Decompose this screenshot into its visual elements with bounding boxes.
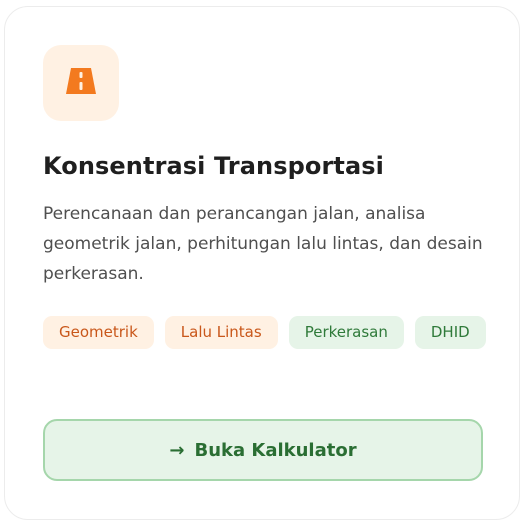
open-calculator-button[interactable]: → Buka Kalkulator	[43, 419, 483, 481]
road-icon	[65, 67, 97, 99]
tag-lalu-lintas: Lalu Lintas	[164, 316, 278, 349]
card-description: Perencanaan dan perancangan jalan, anali…	[43, 204, 483, 284]
tag-list: Geometrik Lalu Lintas Perkerasan DHID	[43, 316, 493, 349]
arrow-right-icon: →	[169, 439, 185, 461]
transport-concentration-card: Konsentrasi Transportasi Perencanaan dan…	[4, 6, 520, 520]
card-title: Konsentrasi Transportasi	[43, 152, 384, 180]
tag-dhid: DHID	[414, 316, 486, 349]
tag-geometrik: Geometrik	[43, 316, 154, 349]
icon-tile	[43, 45, 119, 121]
tag-perkerasan: Perkerasan	[288, 316, 404, 349]
open-calculator-label: Buka Kalkulator	[194, 439, 357, 461]
